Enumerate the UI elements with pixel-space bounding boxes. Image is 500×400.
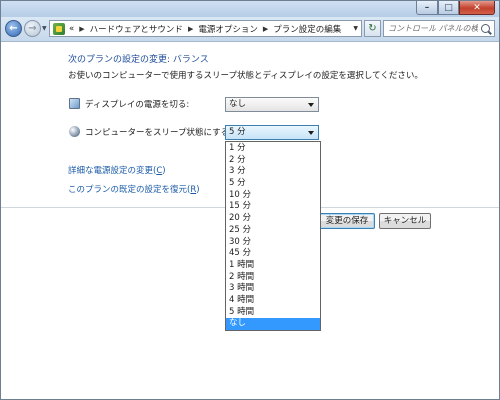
dropdown-option[interactable]: 3 分 [226,166,320,178]
monitor-icon [69,98,80,109]
dropdown-option[interactable]: 10 分 [226,190,320,202]
dropdown-option[interactable]: 20 分 [226,213,320,225]
sleep-dropdown-list[interactable]: 1 分 2 分 3 分 5 分 10 分 15 分 20 分 25 分 30 分… [225,141,321,331]
dropdown-option[interactable]: 30 分 [226,237,320,249]
dropdown-option[interactable]: 2 時間 [226,272,320,284]
breadcrumb-edit-plan[interactable]: プラン設定の編集 [273,23,341,35]
address-bar[interactable]: « ▶ ハードウェアとサウンド ▶ 電源オプション ▶ プラン設定の編集 ▼ [49,20,362,37]
control-panel-window: – □ ✕ ← → ▼ « ▶ ハードウェアとサウンド ▶ 電源オプション ▶ … [0,0,500,400]
page-heading: 次のプランの設定の変更: バランス [68,55,209,65]
back-button[interactable]: ← [5,20,22,37]
restore-defaults-link[interactable]: このプランの既定の設定を復元(R) [68,183,200,195]
search-icon[interactable] [481,24,490,33]
maximize-button[interactable]: □ [438,1,459,15]
maximize-icon: □ [444,2,453,13]
dropdown-option[interactable]: 1 時間 [226,260,320,272]
refresh-button[interactable]: ↻ [364,20,381,37]
sleep-select[interactable]: 5 分 [225,125,319,140]
dropdown-option[interactable]: 2 分 [226,155,320,167]
dropdown-option-highlighted[interactable]: なし [226,318,320,330]
dropdown-option[interactable]: 25 分 [226,225,320,237]
dropdown-option[interactable]: 5 時間 [226,307,320,319]
advanced-settings-link[interactable]: 詳細な電源設定の変更(C) [68,164,166,176]
main-content: 次のプランの設定の変更: バランス お使いのコンピューターで使用するスリープ状態… [1,42,499,399]
breadcrumb-overflow[interactable]: « [69,24,74,34]
close-icon: ✕ [473,2,481,13]
sleep-label: コンピューターをスリープ状態にする: [85,128,232,138]
close-button[interactable]: ✕ [459,1,495,15]
dropdown-option[interactable]: 15 分 [226,201,320,213]
dropdown-option[interactable]: 1 分 [226,143,320,155]
minimize-button[interactable]: – [416,1,438,15]
restore-defaults-link-end: ) [196,185,200,195]
page-subtitle: お使いのコンピューターで使用するスリープ状態とディスプレイの設定を選択してくださ… [68,71,423,81]
breadcrumb-power-options[interactable]: 電源オプション [198,23,258,35]
sleep-value: 5 分 [229,127,246,137]
advanced-settings-link-text: 詳細な電源設定の変更( [68,166,157,176]
cancel-button[interactable]: キャンセル [379,213,431,229]
moon-icon [69,126,80,137]
display-off-value: なし [229,99,247,109]
recent-pages-dropdown[interactable]: ▼ [42,25,47,32]
save-changes-button[interactable]: 変更の保存 [319,213,375,229]
breadcrumb-hardware-sound[interactable]: ハードウェアとサウンド [90,23,183,35]
dropdown-option[interactable]: 3 時間 [226,283,320,295]
search-input[interactable] [388,24,478,33]
advanced-settings-link-end: ) [162,166,166,176]
control-panel-icon [53,22,65,35]
dropdown-option[interactable]: 45 分 [226,248,320,260]
display-off-select[interactable]: なし [225,97,319,112]
forward-button[interactable]: → [24,20,41,37]
display-off-label: ディスプレイの電源を切る: [85,100,190,110]
forward-arrow-icon: → [28,23,37,34]
restore-defaults-link-text: このプランの既定の設定を復元( [68,185,191,195]
address-dropdown-icon[interactable]: ▼ [353,25,358,32]
dropdown-option[interactable]: 5 分 [226,178,320,190]
dropdown-option[interactable]: 4 時間 [226,295,320,307]
caption-buttons: – □ ✕ [416,1,495,15]
breadcrumb-separator-icon[interactable]: ▶ [188,25,193,33]
breadcrumb-separator-icon[interactable]: ▶ [79,25,84,33]
minimize-icon: – [424,2,430,13]
navigation-bar: ← → ▼ « ▶ ハードウェアとサウンド ▶ 電源オプション ▶ プラン設定の… [1,17,499,42]
search-box[interactable] [383,20,495,37]
chevron-down-icon [308,131,314,135]
breadcrumb-separator-icon[interactable]: ▶ [263,25,268,33]
refresh-icon: ↻ [368,23,377,34]
title-bar: – □ ✕ [1,1,499,17]
chevron-down-icon [308,103,314,107]
back-arrow-icon: ← [9,23,18,34]
